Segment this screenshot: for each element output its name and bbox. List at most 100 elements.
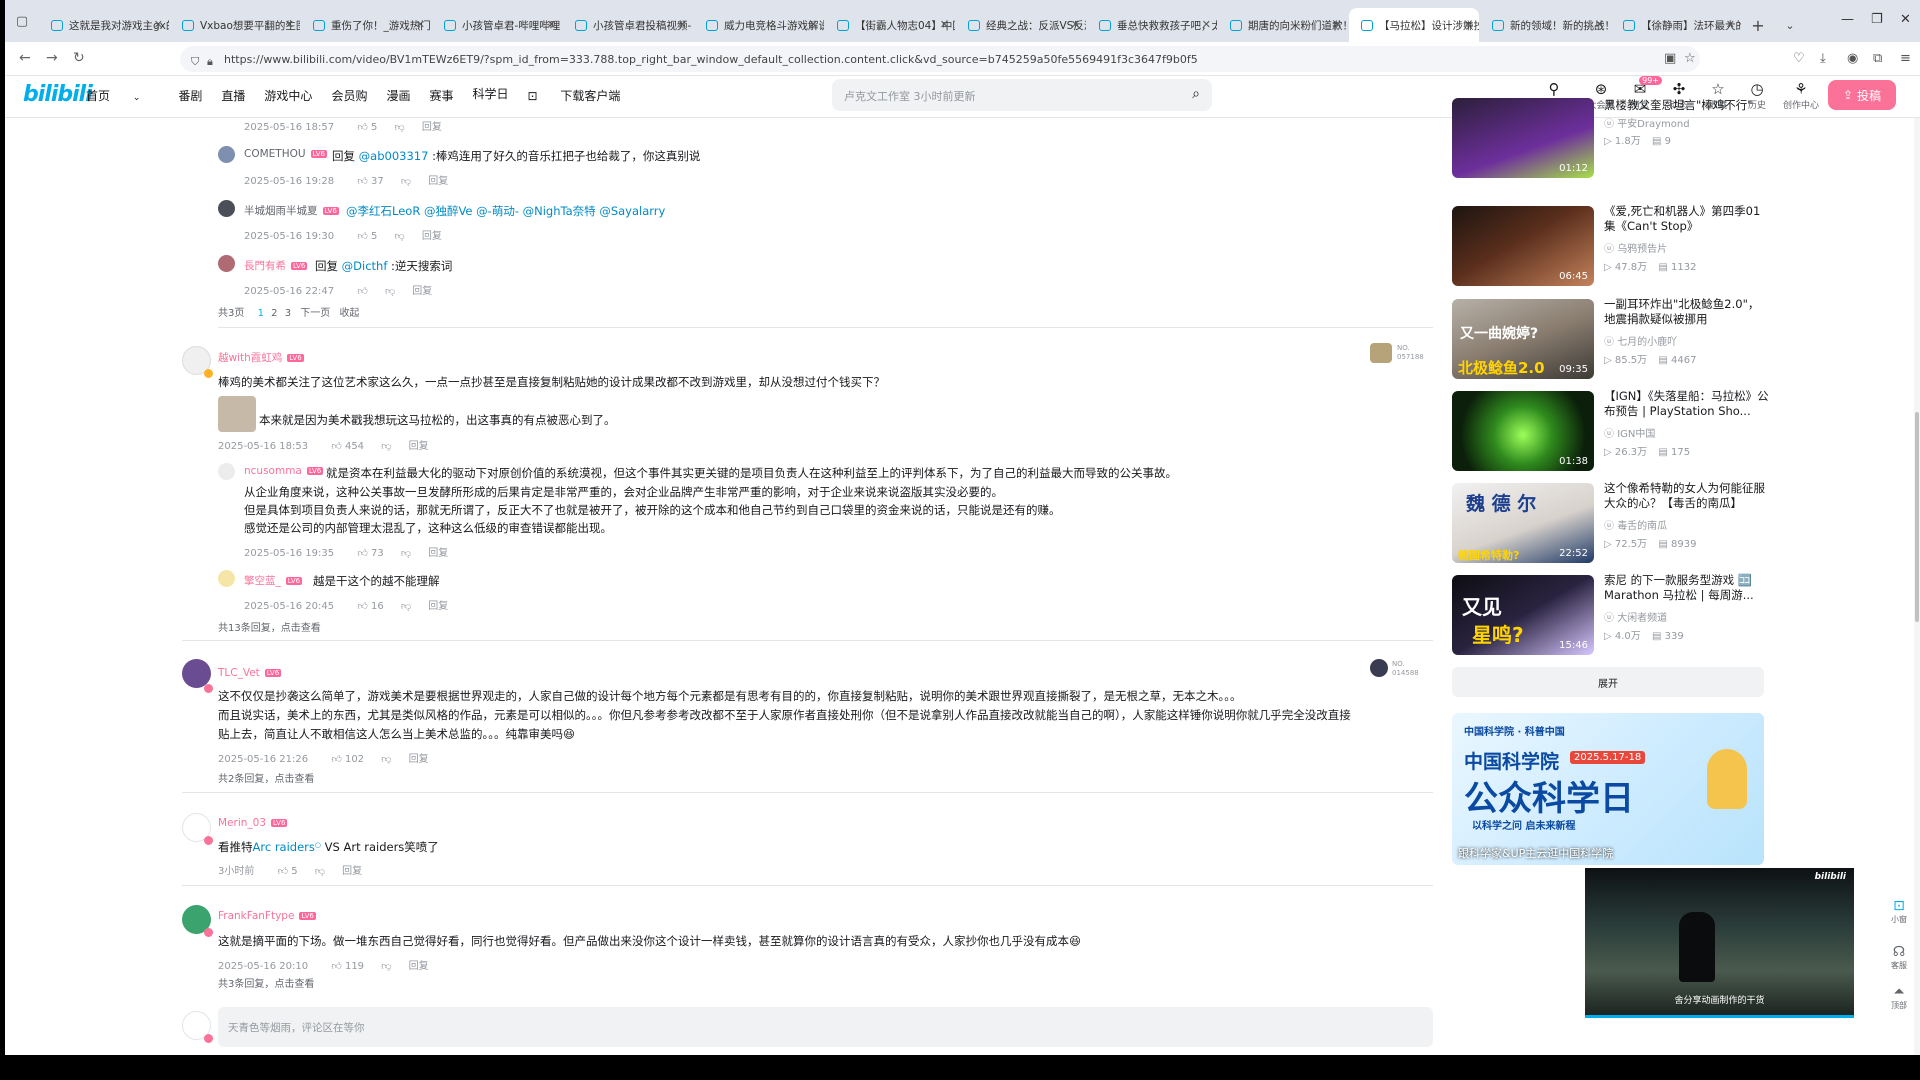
video-title[interactable]: 这个像希特勒的女人为何能征服大众的心？【毒舌的南瓜】 <box>1604 481 1769 511</box>
tab-1[interactable]: Vxbao想要平翻的生图 ✕ <box>170 8 300 42</box>
video-uploader[interactable]: ⓤ 大闲者频道 <box>1604 609 1667 624</box>
dislike-icon[interactable]: 👎︎ <box>395 231 405 242</box>
video-title[interactable]: 黑楼教父奎恩坦言"棒鸡不行" <box>1604 98 1769 113</box>
recommended-video[interactable]: 又见 星鸣? 15:46 索尼 的下一款服务型游戏 🈁 Marathon 马拉松… <box>1452 573 1772 655</box>
picture-in-picture-icon[interactable]: ▣ <box>1664 51 1676 66</box>
nav-science-day[interactable]: 科学日 <box>472 85 508 102</box>
like-button[interactable]: 👍︎ 5 <box>278 866 298 877</box>
download-icon[interactable]: ⤓ <box>1820 51 1826 66</box>
recommended-video[interactable]: 01:12 黑楼教父奎恩坦言"棒鸡不行" ⓤ 平安Draymond ▷ 1.8万… <box>1452 98 1772 178</box>
like-button[interactable]: 👍︎ 5 <box>357 231 377 242</box>
mini-window-button[interactable]: ⊡ 小窗 <box>1882 898 1916 925</box>
view-more-replies[interactable]: 共13条回复，点击查看 <box>218 619 321 634</box>
comment-username[interactable]: FrankFanFtype LV6 <box>218 910 316 922</box>
close-tab-icon[interactable]: ✕ <box>940 18 949 31</box>
reply-button[interactable]: 回复 <box>428 601 448 612</box>
page-1[interactable]: 1 <box>258 308 264 319</box>
close-tab-icon[interactable]: ✕ <box>1071 18 1080 31</box>
tab-3[interactable]: 小孩管卓君-哔哩哔哩 ✕ <box>432 8 562 42</box>
like-button[interactable]: 👍︎ 73 <box>357 548 383 559</box>
like-button[interactable]: 👍︎ 119 <box>331 961 364 972</box>
reply-button[interactable]: 回复 <box>428 176 448 187</box>
avatar[interactable] <box>218 200 235 217</box>
nav-esports[interactable]: 赛事 <box>429 87 453 104</box>
collapse-button[interactable]: 收起 <box>339 308 359 319</box>
view-more-replies[interactable]: 共2条回复，点击查看 <box>218 770 314 785</box>
upload-button[interactable]: ⇪ 投稿 <box>1828 80 1896 110</box>
recommended-video[interactable]: 06:45 《爱,死亡和机器人》第四季01集《Can't Stop》 ⓤ 乌鸦预… <box>1452 204 1772 286</box>
avatar[interactable] <box>218 463 235 480</box>
mention-link[interactable]: @李红石LeoR @独醉Ve @-萌动- @NighTa奈特 @Sayalarr… <box>346 204 665 218</box>
reply-button[interactable]: 回复 <box>409 754 429 765</box>
dislike-icon[interactable]: 👎︎ <box>401 601 411 612</box>
mini-player[interactable]: bilibili 舍分享动画制作的干货 <box>1585 868 1854 1018</box>
new-tab-icon[interactable]: + <box>1742 8 1774 42</box>
avatar[interactable] <box>218 255 235 272</box>
dislike-icon[interactable]: 👎︎ <box>315 866 325 877</box>
avatar[interactable] <box>218 146 235 163</box>
expand-button[interactable]: 展开 <box>1452 667 1764 697</box>
tab-6[interactable]: 【街霸人物志04】中国 ✕ <box>825 8 955 42</box>
tab-actions-icon[interactable]: ▢ <box>5 0 39 42</box>
reply-button[interactable]: 回复 <box>422 231 442 242</box>
nav-manga[interactable]: 漫画 <box>386 87 410 104</box>
creator-center-button[interactable]: ⚘ 创作中心 <box>1780 78 1822 111</box>
forward-icon[interactable]: → <box>46 50 58 66</box>
reload-icon[interactable]: ↻ <box>73 50 85 66</box>
close-tab-icon[interactable]: ✕ <box>154 18 163 31</box>
video-thumbnail[interactable]: 01:38 <box>1452 391 1594 471</box>
tab-5[interactable]: 威力电竞格斗游戏解说 ✕ <box>694 8 824 42</box>
close-window-icon[interactable]: ✕ <box>1900 12 1911 27</box>
like-button[interactable]: 👍︎ 454 <box>331 441 364 452</box>
video-thumbnail[interactable]: 魏 德 尔 德国希特勒? 22:52 <box>1452 483 1594 563</box>
comment-username[interactable]: Merin_03 LV6 <box>218 817 288 829</box>
nav-mall[interactable]: 会员购 <box>331 87 367 104</box>
tab-2[interactable]: 重伤了你！_游戏热门 ✕ <box>301 8 431 42</box>
mention-link[interactable]: @Dicthf <box>342 259 388 273</box>
tab-4[interactable]: 小孩管卓君投稿视频- ✕ <box>563 8 693 42</box>
reply-button[interactable]: 回复 <box>409 961 429 972</box>
scrollbar-thumb[interactable] <box>1915 412 1919 622</box>
video-uploader[interactable]: ⓤ 乌鸦预告片 <box>1604 240 1667 255</box>
video-title[interactable]: 《爱,死亡和机器人》第四季01集《Can't Stop》 <box>1604 204 1769 234</box>
close-tab-icon[interactable]: ✕ <box>1333 18 1342 31</box>
tab-11[interactable]: 新的领域！新的挑战！ ✕ <box>1480 8 1610 42</box>
mention-link[interactable]: @ab003317 <box>359 149 429 163</box>
video-title[interactable]: 【IGN】《失落星船：马拉松》公布预告 | PlayStation Sho... <box>1604 389 1769 419</box>
search-input[interactable]: 卢克文工作室 3小时前更新 ⌕ <box>832 79 1212 111</box>
video-uploader[interactable]: ⓤ 平安Draymond <box>1604 115 1690 130</box>
reply-username[interactable]: 擎空蓝_ LV6 <box>244 573 303 588</box>
nav-anime[interactable]: 番剧 <box>178 87 202 104</box>
close-tab-icon[interactable]: ✕ <box>285 18 294 31</box>
account-icon[interactable]: ◉ <box>1847 51 1858 66</box>
like-button[interactable]: 👍︎ <box>357 286 367 297</box>
page-2[interactable]: 2 <box>271 308 277 319</box>
nav-live[interactable]: 直播 <box>221 87 245 104</box>
reply-button[interactable]: 回复 <box>412 286 432 297</box>
like-button[interactable]: 👍︎ 16 <box>357 601 383 612</box>
reply-username[interactable]: COMETHOU LV6 <box>244 148 327 160</box>
close-tab-icon[interactable]: ✕ <box>1726 18 1735 31</box>
recommended-video[interactable]: 01:38 【IGN】《失落星船：马拉松》公布预告 | PlayStation … <box>1452 389 1772 471</box>
url-field[interactable]: ⛉ 🔒︎ https://www.bilibili.com/video/BV1m… <box>180 46 1700 72</box>
menu-icon[interactable]: ≡ <box>1900 51 1911 66</box>
tab-7[interactable]: 经典之战：反派VS反派 ✕ <box>956 8 1086 42</box>
video-thumbnail[interactable]: 06:45 <box>1452 206 1594 286</box>
game-controller-button[interactable]: ⚲ <box>1536 78 1572 98</box>
restore-icon[interactable]: ❐ <box>1871 12 1883 27</box>
science-day-banner[interactable]: 中国科学院 · 科普中国 中国科学院 2025.5.17-18 公众科学日 以科… <box>1452 713 1764 865</box>
comment-username[interactable]: 越with霞虹鸡 LV6 <box>218 350 304 365</box>
recommended-video[interactable]: 魏 德 尔 德国希特勒? 22:52 这个像希特勒的女人为何能征服大众的心？【毒… <box>1452 481 1772 563</box>
tab-0[interactable]: 这就是我对游戏主gx的 ✕ <box>39 8 169 42</box>
search-keyword-link[interactable]: Arc raiders <box>253 840 315 854</box>
reply-button[interactable]: 回复 <box>422 122 442 133</box>
dislike-icon[interactable]: 👎︎ <box>381 441 391 452</box>
video-title[interactable]: 一副耳环炸出"北极鲶鱼2.0"，地震捐款疑似被挪用 <box>1604 297 1769 327</box>
like-button[interactable]: 👍︎ 37 <box>357 176 383 187</box>
view-more-replies[interactable]: 共3条回复，点击查看 <box>218 975 314 990</box>
video-uploader[interactable]: ⓤ 毒舌的南瓜 <box>1604 517 1667 532</box>
back-to-top-button[interactable]: ⏶ 顶部 <box>1882 984 1916 1011</box>
dislike-icon[interactable]: 👎︎ <box>385 286 395 297</box>
page-3[interactable]: 3 <box>285 308 291 319</box>
video-title[interactable]: 索尼 的下一款服务型游戏 🈁 Marathon 马拉松 | 每周游... <box>1604 573 1769 603</box>
